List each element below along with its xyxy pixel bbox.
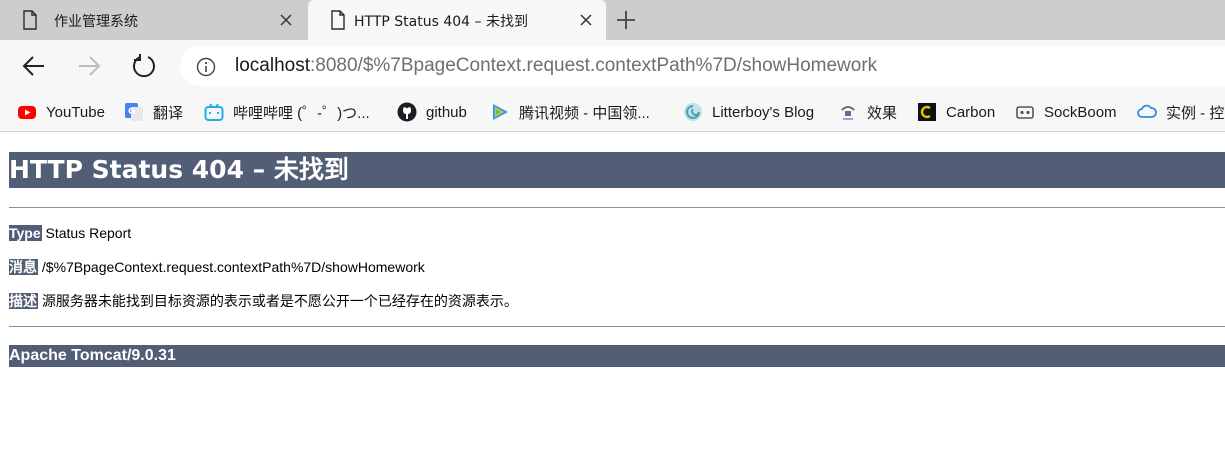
description-row: 描述 源服务器未能找到目标资源的表示或者是不愿公开一个已经存在的资源表示。 (9, 292, 518, 310)
server-footer: Apache Tomcat/9.0.31 (9, 345, 1225, 367)
youtube-icon (18, 106, 36, 119)
close-tab-icon[interactable] (578, 12, 594, 28)
bookmark-label: 哔哩哔哩 (゜-゜)つ... (233, 104, 370, 122)
bookmarks-bar: YouTube G 翻译 哔哩哔哩 (゜-゜)つ... github 腾讯视频 (0, 92, 1225, 132)
close-tab-icon[interactable] (278, 12, 294, 28)
bilibili-icon (204, 103, 224, 121)
carbon-icon (918, 103, 936, 121)
bookmark-label: 效果 (867, 104, 898, 122)
description-value: 源服务器未能找到目标资源的表示或者是不愿公开一个已经存在的资源表示。 (41, 293, 518, 309)
google-translate-icon: G (125, 103, 143, 121)
bookmark-sockboom[interactable]: SockBoom (1015, 92, 1117, 131)
bookmark-litterboy-blog[interactable]: Litterboy's Blog (683, 92, 815, 131)
tab-title: HTTP Status 404 – 未找到 (354, 14, 528, 30)
bookmark-label: 腾讯视频 - 中国领... (519, 104, 650, 122)
type-row: Type Status Report (9, 224, 131, 242)
message-label: 消息 (9, 259, 38, 275)
back-icon[interactable] (21, 53, 47, 79)
message-row: 消息 /$%7BpageContext.request.contextPath%… (9, 258, 425, 276)
bookmark-label: YouTube (46, 103, 105, 121)
page-content: HTTP Status 404 – 未找到 Type Status Report… (0, 133, 1225, 464)
svg-text:G: G (128, 107, 135, 117)
page-title: HTTP Status 404 – 未找到 (9, 152, 1225, 188)
tencent-video-icon (493, 104, 508, 120)
bookmark-youtube[interactable]: YouTube (17, 92, 105, 131)
effect-icon (841, 106, 855, 120)
bookmark-label: 实例 - 控 (1166, 104, 1225, 122)
message-value: /$%7BpageContext.request.contextPath%7D/… (41, 259, 425, 275)
bookmark-label: 翻译 (153, 104, 184, 122)
url-text[interactable]: localhost:8080/$%7BpageContext.request.c… (235, 55, 877, 77)
bookmark-instance[interactable]: 实例 - 控 (1137, 92, 1225, 131)
address-bar[interactable]: localhost:8080/$%7BpageContext.request.c… (180, 46, 1225, 86)
bookmark-github[interactable]: github (397, 92, 467, 131)
tab-http-404[interactable]: HTTP Status 404 – 未找到 (308, 0, 606, 40)
bookmark-label: github (426, 103, 467, 121)
github-icon (397, 102, 417, 122)
bookmark-tencent-video[interactable]: 腾讯视频 - 中国领... (490, 92, 650, 131)
type-value: Status Report (45, 225, 132, 241)
bookmark-label: Litterboy's Blog (712, 103, 815, 121)
refresh-icon[interactable] (131, 53, 157, 79)
sockboom-icon (1016, 106, 1034, 119)
type-label: Type (9, 225, 42, 241)
url-host: localhost (235, 55, 310, 76)
document-icon (23, 10, 37, 30)
tab-homework-system[interactable]: 作业管理系统 (0, 0, 306, 40)
divider (9, 326, 1225, 327)
navigation-toolbar: localhost:8080/$%7BpageContext.request.c… (0, 40, 1225, 92)
bookmark-bilibili[interactable]: 哔哩哔哩 (゜-゜)つ... (204, 92, 370, 131)
bookmark-effect[interactable]: 效果 (838, 92, 898, 131)
bookmark-label: SockBoom (1044, 103, 1117, 121)
blog-icon (684, 103, 702, 121)
bookmark-carbon[interactable]: Carbon (917, 92, 996, 131)
cloud-icon (1137, 104, 1157, 118)
forward-icon[interactable] (76, 53, 102, 79)
tab-strip: 作业管理系统 HTTP Status 404 – 未找到 (0, 0, 1225, 40)
tab-title: 作业管理系统 (54, 14, 138, 30)
bookmark-label: Carbon (946, 103, 996, 121)
document-icon (331, 10, 345, 30)
bookmark-translate[interactable]: G 翻译 (124, 92, 184, 131)
description-label: 描述 (9, 293, 38, 309)
divider (9, 207, 1225, 208)
info-icon[interactable] (196, 57, 216, 77)
new-tab-icon[interactable] (614, 8, 638, 32)
url-path: :8080/$%7BpageContext.request.contextPat… (310, 55, 878, 76)
